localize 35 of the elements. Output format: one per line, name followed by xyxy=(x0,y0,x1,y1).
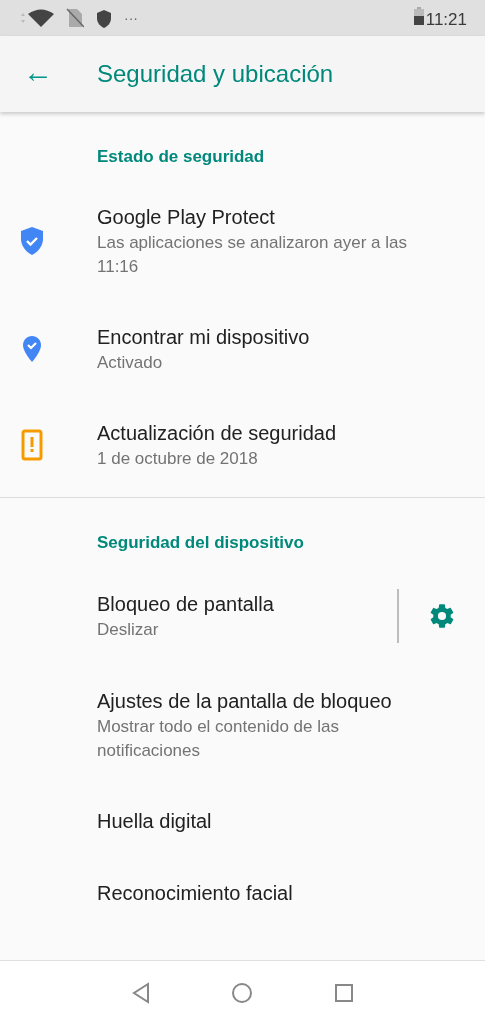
circle-icon xyxy=(231,981,254,1004)
settings-item[interactable]: Actualización de seguridad 1 de octubre de 2018 xyxy=(0,397,485,493)
settings-item[interactable]: Google Play Protect Las aplicaciones se analizaron ayer a las 11:16 xyxy=(0,181,485,301)
more-notifications-text: ··· xyxy=(124,10,138,26)
battery-icon xyxy=(413,6,424,25)
gear-icon xyxy=(428,602,456,630)
square-icon xyxy=(334,982,355,1003)
item-title: Google Play Protect xyxy=(97,205,276,230)
item-title: Ajustes de la pantalla de bloqueo xyxy=(97,689,393,714)
section-header: Estado de seguridad xyxy=(96,146,266,168)
page-title: Seguridad y ubicación xyxy=(97,60,334,88)
shield-icon xyxy=(19,226,45,256)
section-header: Seguridad del dispositivo xyxy=(96,532,305,554)
shield-icon xyxy=(96,8,112,28)
item-subtitle: 1 de octubre de 2018 xyxy=(97,448,259,470)
settings-item[interactable]: Bloqueo de pantalla Deslizar xyxy=(0,567,485,665)
settings-item[interactable]: Huella digital xyxy=(0,785,485,857)
item-title: Bloqueo de pantalla xyxy=(97,592,275,617)
item-subtitle: Deslizar xyxy=(97,619,160,641)
item-subtitle: Activado xyxy=(97,352,164,374)
item-title: Actualización de seguridad xyxy=(97,421,338,446)
item-title: Encontrar mi dispositivo xyxy=(97,325,311,350)
no-sim-icon xyxy=(66,8,84,28)
location-pin-icon xyxy=(22,335,42,363)
item-title: Reconocimiento facial xyxy=(97,881,294,906)
settings-item[interactable]: Reconocimiento facial xyxy=(0,857,485,929)
phone-alert-icon xyxy=(21,429,43,461)
item-title: Huella digital xyxy=(97,809,213,834)
triangle-icon xyxy=(130,981,151,1004)
settings-item[interactable]: Ajustes de la pantalla de bloqueo Mostrar todo el contenido de las notificaciones xyxy=(0,665,485,785)
item-subtitle: Las aplicaciones se analizaron ayer a las 11:16 xyxy=(97,232,408,278)
clock-text: 11:21 xyxy=(413,6,467,30)
settings-item[interactable]: Encontrar mi dispositivo Activado xyxy=(0,301,485,397)
item-subtitle: Mostrar todo el contenido de las notificaciones xyxy=(97,716,340,762)
wifi-icon xyxy=(20,9,54,27)
